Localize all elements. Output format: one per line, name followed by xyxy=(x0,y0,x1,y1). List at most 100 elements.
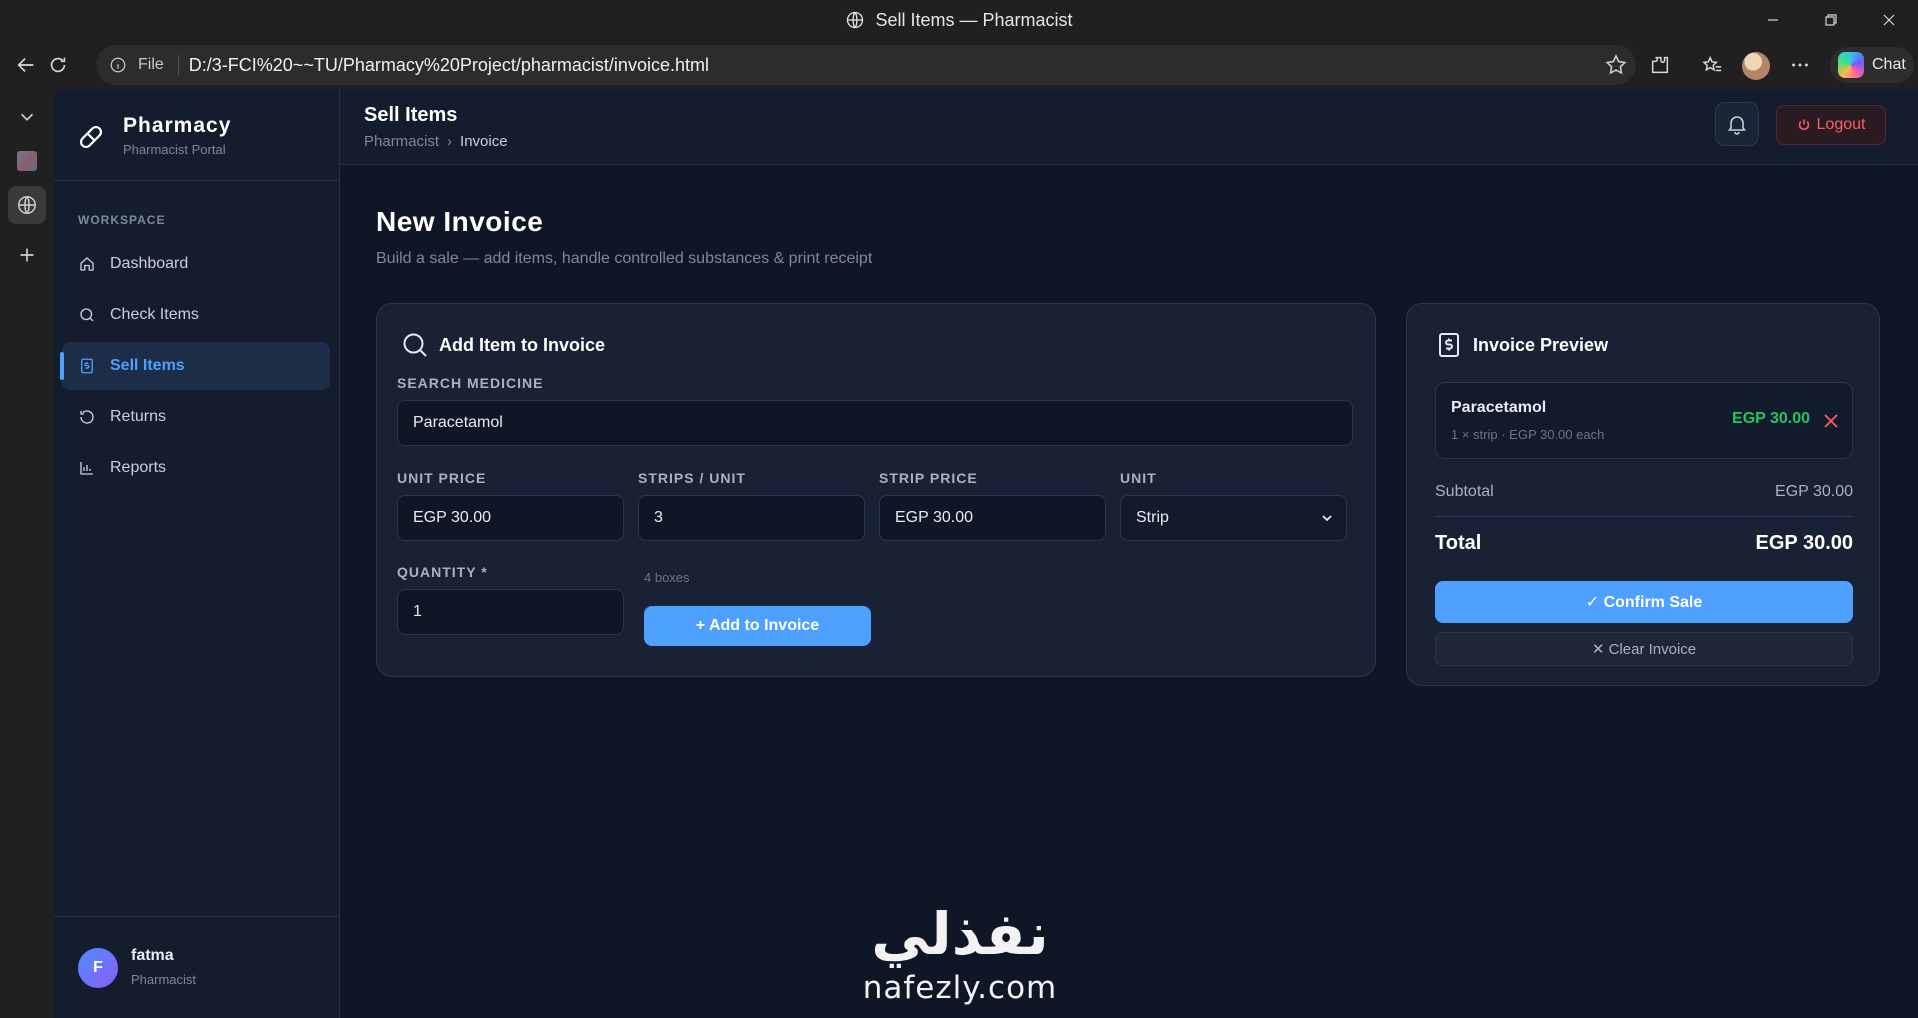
favorites-icon[interactable] xyxy=(1698,51,1726,79)
user-role: Pharmacist xyxy=(131,972,197,987)
invoice-line-item: Paracetamol 1 × strip · EGP 30.00 each E… xyxy=(1435,382,1853,459)
search-medicine-label: SEARCH MEDICINE xyxy=(397,375,544,391)
sidebar-item-label: Returns xyxy=(110,408,167,425)
unit-select[interactable]: Strip xyxy=(1120,495,1347,541)
receipt-icon xyxy=(1439,333,1459,357)
back-arrow-icon xyxy=(17,57,34,73)
window-title: Sell Items — Pharmacist xyxy=(0,0,1918,40)
invoice-preview-card: Invoice Preview Paracetamol 1 × strip · … xyxy=(1406,303,1880,686)
notifications-button[interactable] xyxy=(1715,102,1759,146)
tab-current[interactable] xyxy=(8,186,46,224)
avatar: F xyxy=(78,948,118,988)
total-row: Total EGP 30.00 xyxy=(1435,532,1853,555)
breadcrumb-root[interactable]: Pharmacist xyxy=(364,133,439,150)
remove-item-icon[interactable] xyxy=(1822,412,1840,430)
total-label: Total xyxy=(1435,532,1482,554)
brand: Pharmacy Pharmacist Portal xyxy=(54,90,340,181)
logout-button[interactable]: Logout xyxy=(1776,105,1886,145)
user-profile[interactable]: F fatma Pharmacist xyxy=(54,916,340,1018)
copilot-chat-button[interactable]: Chat xyxy=(1830,47,1914,83)
minimize-button[interactable] xyxy=(1744,0,1802,40)
summary-divider xyxy=(1435,516,1853,517)
brand-name: Pharmacy xyxy=(123,114,232,137)
globe-icon xyxy=(18,196,36,214)
bell-icon xyxy=(1727,116,1747,135)
undo-icon xyxy=(80,410,94,424)
invoice-preview-title: Invoice Preview xyxy=(1473,334,1609,355)
extensions-icon[interactable] xyxy=(1646,51,1674,79)
address-bar[interactable]: File D:/3-FCI%20~~TU/Pharmacy%20Project/… xyxy=(96,45,1636,85)
clear-invoice-button[interactable]: ✕ Clear Invoice xyxy=(1435,632,1853,666)
strips-per-unit-label: STRIPS / UNIT xyxy=(638,470,746,486)
user-name: fatma xyxy=(131,947,174,964)
add-to-invoice-button[interactable]: + Add to Invoice xyxy=(644,606,871,646)
sidebar-item-sell-items[interactable]: Sell Items xyxy=(60,342,330,390)
unit-select-value: Strip xyxy=(1136,509,1169,526)
sidebar: Pharmacy Pharmacist Portal WORKSPACE Das… xyxy=(54,90,340,1018)
window-controls xyxy=(1744,0,1918,40)
unit-label: UNIT xyxy=(1120,470,1157,486)
vertical-tab-strip xyxy=(0,90,54,1018)
invoice-subheading: Build a sale — add items, handle control… xyxy=(376,250,873,267)
strips-per-unit-input[interactable]: 3 xyxy=(638,495,865,541)
watermark-latin-text: nafezly.com xyxy=(862,970,1058,1006)
sidebar-item-label: Dashboard xyxy=(110,255,189,272)
back-button[interactable] xyxy=(10,49,42,81)
reload-icon xyxy=(50,57,66,73)
power-icon xyxy=(1798,119,1809,131)
add-item-header: Add Item to Invoice xyxy=(401,331,605,359)
quantity-input[interactable]: 1 xyxy=(397,589,624,635)
sidebar-item-returns[interactable]: Returns xyxy=(62,393,330,441)
confirm-sale-button[interactable]: ✓ Confirm Sale xyxy=(1435,581,1853,623)
quantity-label: QUANTITY * xyxy=(397,564,488,580)
collapse-tabs-button[interactable] xyxy=(8,98,46,136)
sidebar-item-label: Reports xyxy=(110,459,167,476)
line-item-meta: 1 × strip · EGP 30.00 each xyxy=(1451,427,1605,442)
more-options-icon[interactable] xyxy=(1786,51,1814,79)
chevron-down-icon xyxy=(20,113,34,121)
favorite-star-icon[interactable] xyxy=(1604,53,1628,77)
new-tab-button[interactable] xyxy=(8,236,46,274)
sidebar-item-check-items[interactable]: Check Items xyxy=(62,291,330,339)
address-scheme: File xyxy=(138,56,164,73)
strip-price-input[interactable]: EGP 30.00 xyxy=(879,495,1106,541)
invoice-preview-header: Invoice Preview xyxy=(1435,331,1608,359)
receipt-icon xyxy=(81,358,93,374)
chat-label: Chat xyxy=(1872,56,1906,73)
site-info-icon[interactable] xyxy=(108,55,128,75)
window-title-text: Sell Items — Pharmacist xyxy=(875,9,1073,30)
address-separator xyxy=(177,55,179,75)
add-item-card: Add Item to Invoice SEARCH MEDICINE Para… xyxy=(376,303,1376,677)
subtotal-row: Subtotal EGP 30.00 xyxy=(1435,483,1853,501)
tab-favicon[interactable] xyxy=(8,142,46,180)
sidebar-item-label: Check Items xyxy=(110,306,199,323)
chevron-down-icon xyxy=(1322,515,1332,522)
restore-icon xyxy=(1825,14,1837,26)
restore-button[interactable] xyxy=(1802,0,1860,40)
watermark-logo: نفذلي nafezly.com xyxy=(850,900,1070,1018)
minimize-icon xyxy=(1768,19,1778,21)
subtotal-label: Subtotal xyxy=(1435,483,1494,500)
home-icon xyxy=(80,257,94,271)
profile-avatar[interactable] xyxy=(1742,52,1770,80)
site-favicon-icon xyxy=(17,151,37,171)
sidebar-item-dashboard[interactable]: Dashboard xyxy=(62,240,330,288)
unit-price-input[interactable]: EGP 30.00 xyxy=(397,495,624,541)
reload-button[interactable] xyxy=(42,49,74,81)
strip-price-label: STRIP PRICE xyxy=(879,470,978,486)
app-topbar: Sell Items Pharmacist › Invoice Logout xyxy=(340,90,1918,165)
sidebar-nav: Dashboard Check Items Sell Items Returns… xyxy=(60,240,330,495)
address-url[interactable]: D:/3-FCI%20~~TU/Pharmacy%20Project/pharm… xyxy=(189,55,709,76)
invoice-heading: New Invoice xyxy=(376,206,544,237)
sidebar-item-reports[interactable]: Reports xyxy=(62,444,330,492)
total-value: EGP 30.00 xyxy=(1755,532,1853,554)
window-titlebar: Sell Items — Pharmacist xyxy=(0,0,1918,40)
logout-label: Logout xyxy=(1816,116,1866,133)
page-title: Sell Items xyxy=(364,104,458,126)
line-item-name: Paracetamol xyxy=(1451,399,1547,416)
search-medicine-input[interactable]: Paracetamol xyxy=(397,400,1353,446)
close-icon xyxy=(1883,14,1895,26)
page-viewport: Pharmacy Pharmacist Portal WORKSPACE Das… xyxy=(54,90,1918,1018)
close-window-button[interactable] xyxy=(1860,0,1918,40)
breadcrumb-separator: › xyxy=(447,133,453,150)
